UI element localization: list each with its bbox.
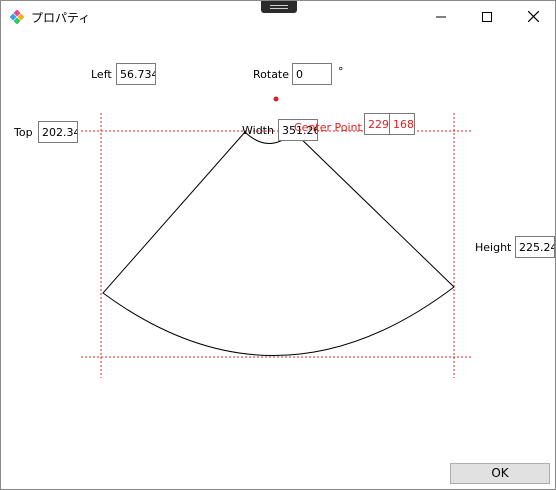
height-input[interactable]: 225.246 xyxy=(515,236,555,258)
left-label: Left xyxy=(91,68,112,81)
top-input[interactable]: 202.34 xyxy=(38,121,78,143)
rotate-input[interactable]: 0 xyxy=(292,63,332,85)
fan-shape[interactable] xyxy=(102,131,455,356)
height-label: Height xyxy=(475,241,512,254)
center-point-label: Center Point xyxy=(294,121,362,134)
degree-unit: ° xyxy=(338,65,344,78)
rotate-handle[interactable] xyxy=(273,96,279,102)
top-label: Top xyxy=(14,126,33,139)
center-y-input[interactable]: 168 xyxy=(389,113,415,135)
ok-button[interactable]: OK xyxy=(450,463,550,484)
left-input[interactable]: 56.7346 xyxy=(116,63,156,85)
rotate-label: Rotate xyxy=(253,68,290,81)
width-label: Width xyxy=(242,124,274,137)
center-x-input[interactable]: 229 xyxy=(364,113,390,135)
properties-window: プロパティ Left 56.7346 Rotate 0 ° Top 202.34… xyxy=(0,0,556,490)
